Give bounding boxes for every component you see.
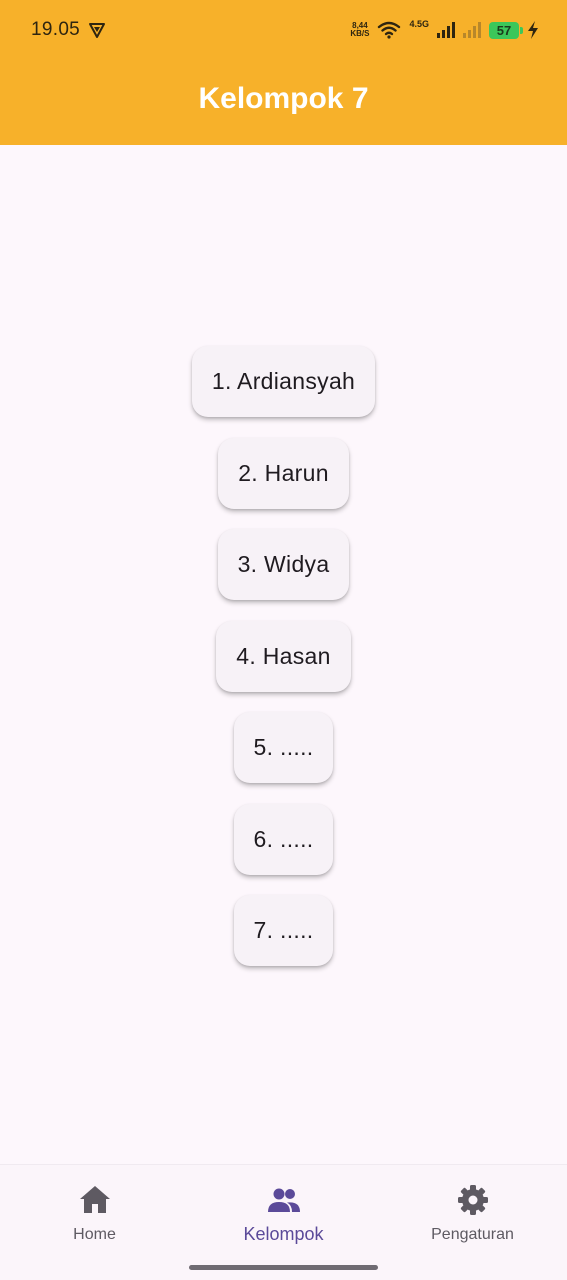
battery-level: 57 <box>496 22 512 38</box>
nav-label-pengaturan: Pengaturan <box>431 1226 514 1243</box>
net-speed: 8,44 KB/S <box>350 22 369 38</box>
settings-gear-icon <box>457 1185 488 1215</box>
nav-label-kelompok: Kelompok <box>243 1224 324 1244</box>
page-title: Kelompok 7 <box>198 82 369 115</box>
status-right: 8,44 KB/S 4.5G 57 <box>350 19 539 39</box>
wifi-icon <box>378 21 401 39</box>
member-button[interactable]: 2. Harun <box>218 437 349 509</box>
app-bar: 19.05 8,44 KB/S 4.5G 57 Kelompok 7 <box>0 0 567 145</box>
home-icon <box>79 1186 110 1213</box>
member-button[interactable]: 6. ..... <box>233 803 334 875</box>
nav-item-home[interactable]: Home <box>0 1165 189 1280</box>
status-bar: 19.05 8,44 KB/S 4.5G 57 <box>0 0 567 60</box>
nav-item-kelompok[interactable]: Kelompok <box>189 1165 378 1280</box>
vpn-shield-icon <box>89 23 106 38</box>
home-indicator[interactable] <box>189 1265 378 1270</box>
member-button[interactable]: 7. ..... <box>233 895 334 966</box>
member-button[interactable]: 4. Hasan <box>216 620 351 692</box>
member-button[interactable]: 3. Widya <box>217 529 350 600</box>
battery-icon: 57 <box>489 21 523 39</box>
net-speed-unit: KB/S <box>350 29 370 38</box>
status-left: 19.05 <box>31 19 106 41</box>
signal-icon <box>437 22 455 38</box>
network-type: 4.5G <box>409 19 429 29</box>
nav-label-home: Home <box>73 1226 116 1243</box>
status-time: 19.05 <box>31 19 81 40</box>
bottom-navigation: Home Kelompok Pengaturan <box>0 1164 567 1280</box>
member-button[interactable]: 5. ..... <box>233 712 334 783</box>
signal-weak-icon <box>463 22 481 38</box>
member-button[interactable]: 1. Ardiansyah <box>191 346 376 417</box>
nav-item-pengaturan[interactable]: Pengaturan <box>378 1165 567 1280</box>
charging-bolt-icon <box>528 21 538 39</box>
group-icon <box>267 1188 300 1212</box>
member-list: 1. Ardiansyah 2. Harun 3. Widya 4. Hasan… <box>0 346 567 987</box>
